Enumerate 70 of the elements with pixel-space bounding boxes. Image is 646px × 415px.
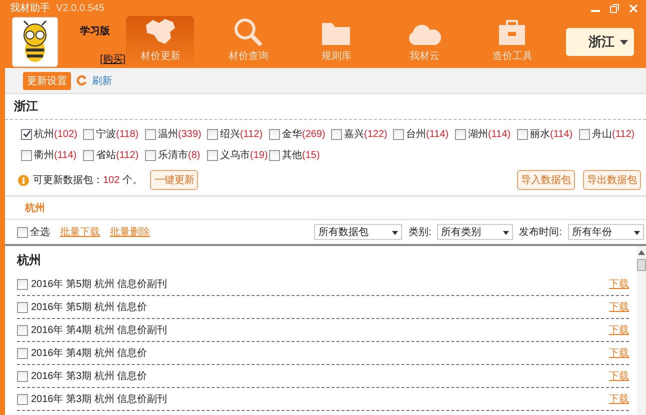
city-option[interactable]: 金华(269) bbox=[282, 127, 326, 141]
region-title: 浙江 bbox=[5, 94, 646, 120]
checkbox[interactable] bbox=[17, 348, 28, 358]
checkbox[interactable] bbox=[145, 128, 156, 140]
refresh-icon bbox=[76, 75, 87, 86]
checkbox[interactable] bbox=[579, 128, 590, 140]
checkbox[interactable] bbox=[17, 226, 28, 238]
category-label: 类别: bbox=[408, 226, 432, 239]
checkbox[interactable] bbox=[207, 150, 218, 160]
edition-label: 学习版 bbox=[80, 24, 110, 38]
city-option[interactable]: 舟山(112) bbox=[592, 127, 635, 141]
region-dropdown[interactable]: 浙江 bbox=[566, 28, 634, 56]
checkbox[interactable] bbox=[17, 394, 28, 404]
checkbox[interactable] bbox=[393, 128, 404, 140]
checkbox[interactable] bbox=[455, 128, 466, 140]
package-title: 2016年 第4期 杭州 信息价 bbox=[31, 346, 148, 360]
info-icon bbox=[18, 174, 29, 186]
package-title: 2016年 第3期 杭州 信息价 bbox=[31, 370, 148, 383]
checkbox[interactable] bbox=[331, 128, 342, 140]
map-icon bbox=[143, 17, 178, 47]
group-title: 杭州 bbox=[17, 252, 42, 269]
city-option[interactable]: 绍兴(112) bbox=[220, 127, 263, 141]
city-option[interactable]: 义乌市(19) bbox=[220, 148, 268, 162]
checkbox[interactable] bbox=[269, 128, 280, 140]
caret-icon bbox=[620, 40, 628, 44]
checkbox[interactable] bbox=[21, 150, 32, 160]
city-option[interactable]: 其他(15) bbox=[282, 148, 320, 162]
city-option[interactable]: 衢州(114) bbox=[34, 148, 77, 162]
package-title: 2016年 第3期 杭州 信息价副刊 bbox=[31, 392, 168, 406]
refresh-link[interactable]: 刷新 bbox=[92, 74, 112, 88]
checkbox[interactable] bbox=[17, 370, 28, 382]
window-title: 我材助手 bbox=[10, 2, 50, 15]
checkbox[interactable] bbox=[21, 128, 32, 140]
checkbox[interactable] bbox=[17, 278, 28, 290]
scrollbar[interactable] bbox=[637, 246, 646, 415]
checkbox[interactable] bbox=[83, 128, 94, 140]
city-option[interactable]: 杭州(102) bbox=[34, 127, 78, 141]
city-option[interactable]: 宁波(118) bbox=[96, 127, 139, 141]
checkbox[interactable] bbox=[145, 150, 156, 160]
close-icon[interactable] bbox=[629, 4, 638, 12]
checkbox[interactable] bbox=[17, 324, 28, 336]
cloud-icon bbox=[406, 23, 442, 47]
publish-time-label: 发布时间: bbox=[519, 226, 562, 239]
package-title: 2016年 第5期 杭州 信息价副刊 bbox=[31, 278, 168, 291]
city-option[interactable]: 湖州(114) bbox=[468, 127, 511, 141]
select-all-label[interactable]: 全选 bbox=[30, 225, 50, 239]
city-option[interactable]: 台州(114) bbox=[406, 127, 449, 141]
update-count-text: 可更新数据包：102 个。 bbox=[33, 174, 142, 187]
search-icon bbox=[233, 17, 264, 47]
city-option[interactable]: 温州(339) bbox=[158, 127, 202, 141]
city-option[interactable]: 乐清市(8) bbox=[158, 148, 200, 162]
scroll-thumb[interactable] bbox=[637, 259, 646, 271]
checkbox[interactable] bbox=[207, 128, 218, 140]
package-dropdown[interactable]: 所有数据包 bbox=[314, 224, 402, 240]
restore-icon[interactable] bbox=[610, 4, 619, 12]
package-title: 2016年 第4期 杭州 信息价副刊 bbox=[31, 324, 168, 337]
year-dropdown[interactable]: 所有年份 bbox=[568, 224, 644, 240]
category-dropdown[interactable]: 所有类别 bbox=[437, 224, 514, 240]
scroll-up-arrow-icon[interactable] bbox=[638, 250, 645, 255]
checkbox[interactable] bbox=[269, 150, 280, 160]
checkbox[interactable] bbox=[83, 150, 94, 160]
toolbox-icon bbox=[497, 19, 528, 47]
city-option[interactable]: 嘉兴(122) bbox=[344, 127, 388, 141]
city-option[interactable]: 丽水(114) bbox=[530, 127, 573, 141]
checkbox[interactable] bbox=[517, 128, 528, 140]
checkbox[interactable] bbox=[17, 302, 28, 312]
package-title: 2016年 第5期 杭州 信息价 bbox=[31, 300, 148, 314]
buy-link[interactable]: [购买] bbox=[100, 52, 126, 66]
version-label: V2.0.0.545 bbox=[56, 2, 104, 14]
city-option[interactable]: 省站(112) bbox=[96, 148, 139, 162]
